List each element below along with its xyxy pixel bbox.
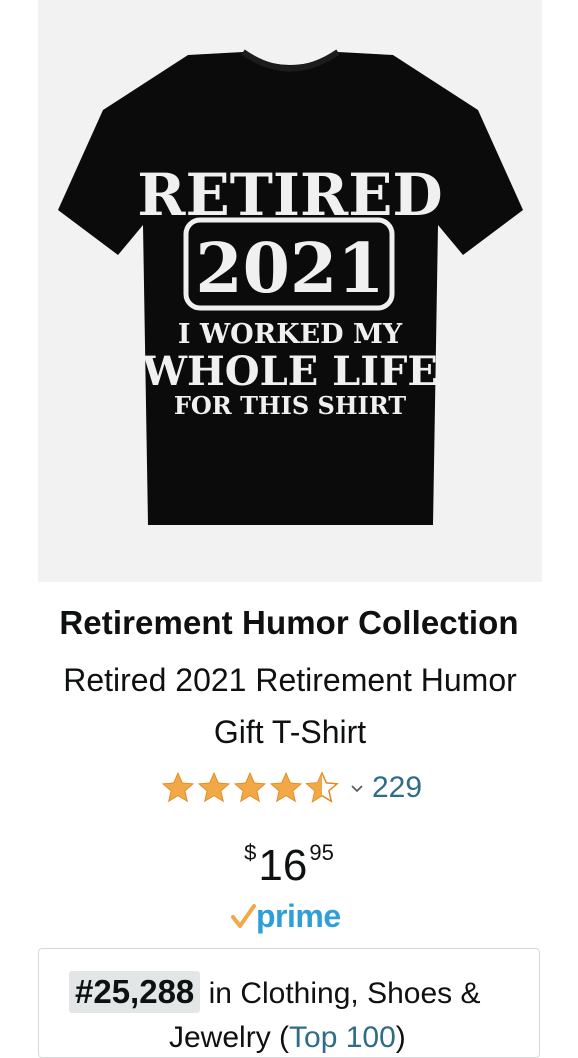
product-title: Retired 2021 Retirement Humor Gift T-Shi… xyxy=(63,662,517,750)
rating-row[interactable]: 229 xyxy=(160,768,422,808)
star-full-icon xyxy=(233,771,267,803)
star-full-icon xyxy=(161,771,195,803)
shirt-print-line4: WHOLE LIFE xyxy=(141,348,438,395)
chevron-down-icon[interactable] xyxy=(350,781,364,795)
price-fraction: 95 xyxy=(309,840,334,865)
prime-check-icon xyxy=(231,904,256,928)
brand-link[interactable]: Retirement Humor Collection xyxy=(0,604,578,642)
star-full-icon xyxy=(269,771,303,803)
rank-category-text: in Clothing, Shoes & xyxy=(208,977,481,1010)
best-seller-rank-box: #25,288 in Clothing, Shoes & Jewelry (To… xyxy=(38,948,540,1058)
shirt-print-line3: I WORKED MY xyxy=(178,319,403,350)
star-rating xyxy=(160,770,340,806)
shirt-print-line5: FOR THIS SHIRT xyxy=(174,391,406,420)
star-full-icon xyxy=(197,771,231,803)
price-whole: 16 xyxy=(258,841,308,890)
price: $1695 xyxy=(0,826,578,893)
price-symbol: $ xyxy=(244,840,257,865)
product-image[interactable]: RETIRED 2021 I WORKED MY WHOLE LIFE FOR … xyxy=(38,0,542,582)
review-count-link[interactable]: 229 xyxy=(372,771,422,805)
rank-badge: #25,288 xyxy=(69,971,201,1013)
shirt-print-line2: 2021 xyxy=(195,229,384,309)
tshirt-graphic: RETIRED 2021 I WORKED MY WHOLE LIFE FOR … xyxy=(58,49,523,525)
star-half-icon xyxy=(305,771,339,803)
prime-badge: prime xyxy=(230,896,341,936)
prime-label: prime xyxy=(256,897,341,934)
